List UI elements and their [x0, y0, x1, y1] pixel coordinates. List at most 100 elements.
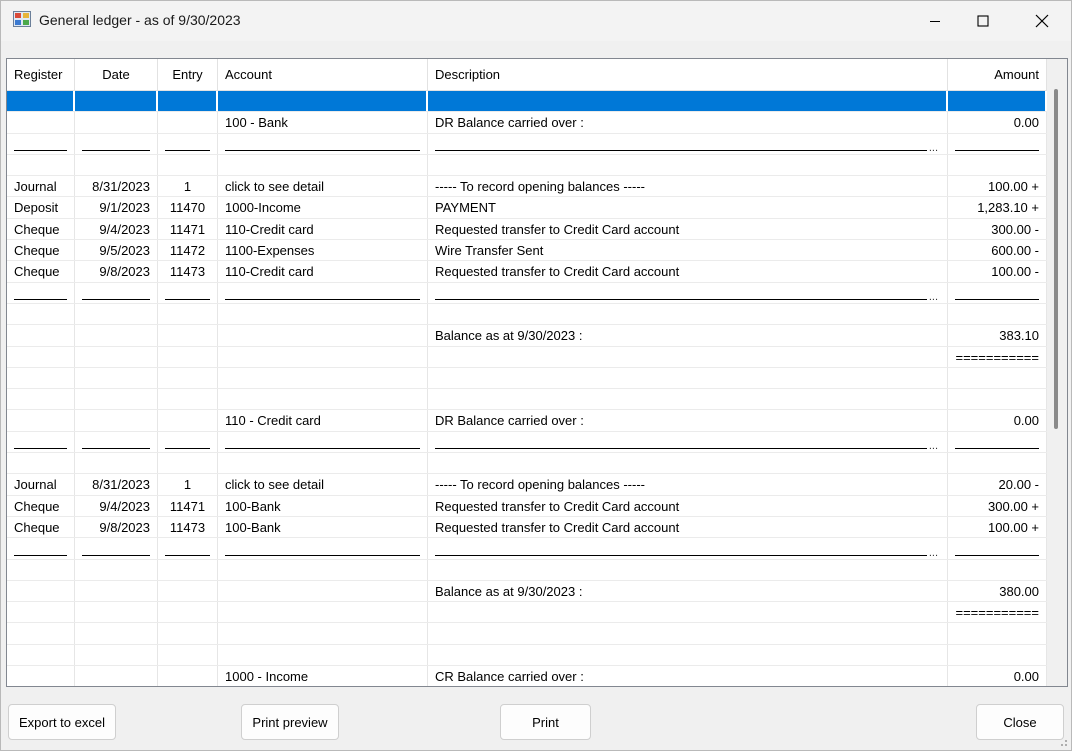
- ledger-grid[interactable]: Register Date Entry Account Description …: [6, 58, 1068, 687]
- table-row[interactable]: ...: [7, 282, 1047, 304]
- header-register[interactable]: Register: [7, 59, 75, 91]
- vertical-scrollbar[interactable]: [1047, 59, 1067, 686]
- print-preview-button[interactable]: Print preview: [241, 704, 339, 740]
- close-button[interactable]: Close: [976, 704, 1064, 740]
- cell-account[interactable]: click to see detail: [218, 176, 428, 197]
- cell-account: [218, 91, 428, 112]
- close-icon: [1035, 14, 1049, 28]
- table-row[interactable]: ===========: [7, 602, 1047, 624]
- column-underline: [14, 554, 67, 556]
- header-account[interactable]: Account: [218, 59, 428, 91]
- table-row[interactable]: [7, 303, 1047, 326]
- cell-account: [218, 389, 428, 410]
- cell-account: [218, 325, 428, 346]
- table-row[interactable]: ...: [7, 431, 1047, 454]
- table-row[interactable]: Cheque 9/4/2023 11471 110-Credit card Reques…: [7, 218, 1047, 241]
- cell-register: Journal: [7, 474, 75, 495]
- table-row[interactable]: Balance as at 9/30/2023 :380.00: [7, 580, 1047, 603]
- table-row[interactable]: Balance as at 9/30/2023 :383.10: [7, 325, 1047, 347]
- column-underline: [955, 149, 1039, 151]
- column-underline: [435, 448, 927, 450]
- cell-account: 100 - Bank: [218, 112, 428, 133]
- cell-account: [218, 133, 428, 154]
- scrollbar-thumb[interactable]: [1054, 89, 1058, 429]
- cell-amount: 600.00 -: [948, 240, 1047, 261]
- cell-amount: 0.00: [948, 410, 1047, 431]
- cell-account: [218, 367, 428, 389]
- header-entry[interactable]: Entry: [158, 59, 218, 91]
- column-underline: [14, 448, 67, 450]
- cell-date: [75, 282, 158, 303]
- column-underline: [165, 554, 210, 556]
- table-row[interactable]: [7, 644, 1047, 667]
- table-row[interactable]: [7, 623, 1047, 645]
- cell-date: [75, 91, 158, 112]
- minimize-icon: [930, 21, 940, 22]
- table-row[interactable]: Cheque 9/5/2023 11472 1100-Expenses Wire Tra…: [7, 240, 1047, 262]
- table-row[interactable]: Cheque 9/8/2023 11473 100-Bank Requested tra…: [7, 516, 1047, 539]
- table-row[interactable]: Deposit 9/1/2023 11470 1000-Income PAYMENT 1,…: [7, 197, 1047, 219]
- close-window-button[interactable]: [1018, 1, 1066, 41]
- cell-description: Requested transfer to Credit Card accoun…: [428, 495, 948, 516]
- column-underline: [225, 298, 420, 300]
- cell-date: [75, 602, 158, 623]
- table-row[interactable]: [7, 453, 1047, 475]
- ellipsis: ...: [928, 290, 938, 303]
- table-row[interactable]: Cheque 9/4/2023 11471 100-Bank Requested tra…: [7, 495, 1047, 517]
- column-underline: [225, 448, 420, 450]
- table-row[interactable]: [7, 154, 1047, 177]
- cell-amount: [948, 453, 1047, 474]
- cell-entry: [158, 91, 218, 112]
- cell-date: 9/8/2023: [75, 261, 158, 282]
- cell-account: 100-Bank: [218, 516, 428, 538]
- table-row[interactable]: ===========: [7, 346, 1047, 368]
- header-description[interactable]: Description: [428, 59, 948, 91]
- column-underline: [165, 298, 210, 300]
- cell-entry: [158, 559, 218, 580]
- cell-date: 9/8/2023: [75, 516, 158, 538]
- ellipsis: ...: [928, 141, 938, 154]
- table-row[interactable]: Journal 8/31/2023 1 click to see detail ----…: [7, 176, 1047, 198]
- column-underline: [82, 554, 150, 556]
- cell-amount: 100.00 -: [948, 261, 1047, 282]
- cell-description: Requested transfer to Credit Card accoun…: [428, 261, 948, 282]
- cell-entry: [158, 623, 218, 644]
- cell-amount: 1,283.10 +: [948, 197, 1047, 218]
- cell-entry: [158, 389, 218, 410]
- resize-grip-icon[interactable]: [1056, 735, 1068, 747]
- table-row[interactable]: 1000 - Income CR Balance carried over :0.…: [7, 666, 1047, 686]
- table-row[interactable]: Journal 8/31/2023 1 click to see detail ----…: [7, 474, 1047, 496]
- table-row[interactable]: ...: [7, 538, 1047, 560]
- table-row[interactable]: 110 - Credit card DR Balance carried over…: [7, 410, 1047, 432]
- table-row[interactable]: [7, 367, 1047, 390]
- cell-date: [75, 453, 158, 474]
- cell-description: [428, 346, 948, 367]
- header-amount[interactable]: Amount: [948, 59, 1047, 91]
- cell-amount: [948, 154, 1047, 176]
- table-row[interactable]: [7, 559, 1047, 581]
- cell-amount: 0.00: [948, 112, 1047, 133]
- cell-amount: ===========: [948, 602, 1047, 623]
- table-row[interactable]: ...: [7, 133, 1047, 155]
- cell-amount: 383.10: [948, 325, 1047, 346]
- minimize-button[interactable]: [911, 1, 959, 41]
- cell-account[interactable]: click to see detail: [218, 474, 428, 495]
- cell-register: [7, 346, 75, 367]
- header-date[interactable]: Date: [75, 59, 158, 91]
- table-row[interactable]: 100 - Bank DR Balance carried over :0.00: [7, 112, 1047, 134]
- maximize-button[interactable]: [959, 1, 1007, 41]
- export-to-excel-button[interactable]: Export to excel: [8, 704, 116, 740]
- selected-row[interactable]: [7, 91, 1047, 113]
- print-button[interactable]: Print: [500, 704, 591, 740]
- cell-amount: [948, 431, 1047, 453]
- column-underline: [14, 149, 67, 151]
- title-bar[interactable]: General ledger - as of 9/30/2023: [1, 1, 1071, 41]
- cell-entry: 11473: [158, 516, 218, 538]
- cell-register: Cheque: [7, 516, 75, 538]
- cell-description: [428, 623, 948, 644]
- cell-entry: 1: [158, 176, 218, 197]
- table-row[interactable]: [7, 389, 1047, 411]
- cell-date: [75, 325, 158, 346]
- column-underline: [14, 298, 67, 300]
- table-row[interactable]: Cheque 9/8/2023 11473 110-Credit card Reques…: [7, 261, 1047, 283]
